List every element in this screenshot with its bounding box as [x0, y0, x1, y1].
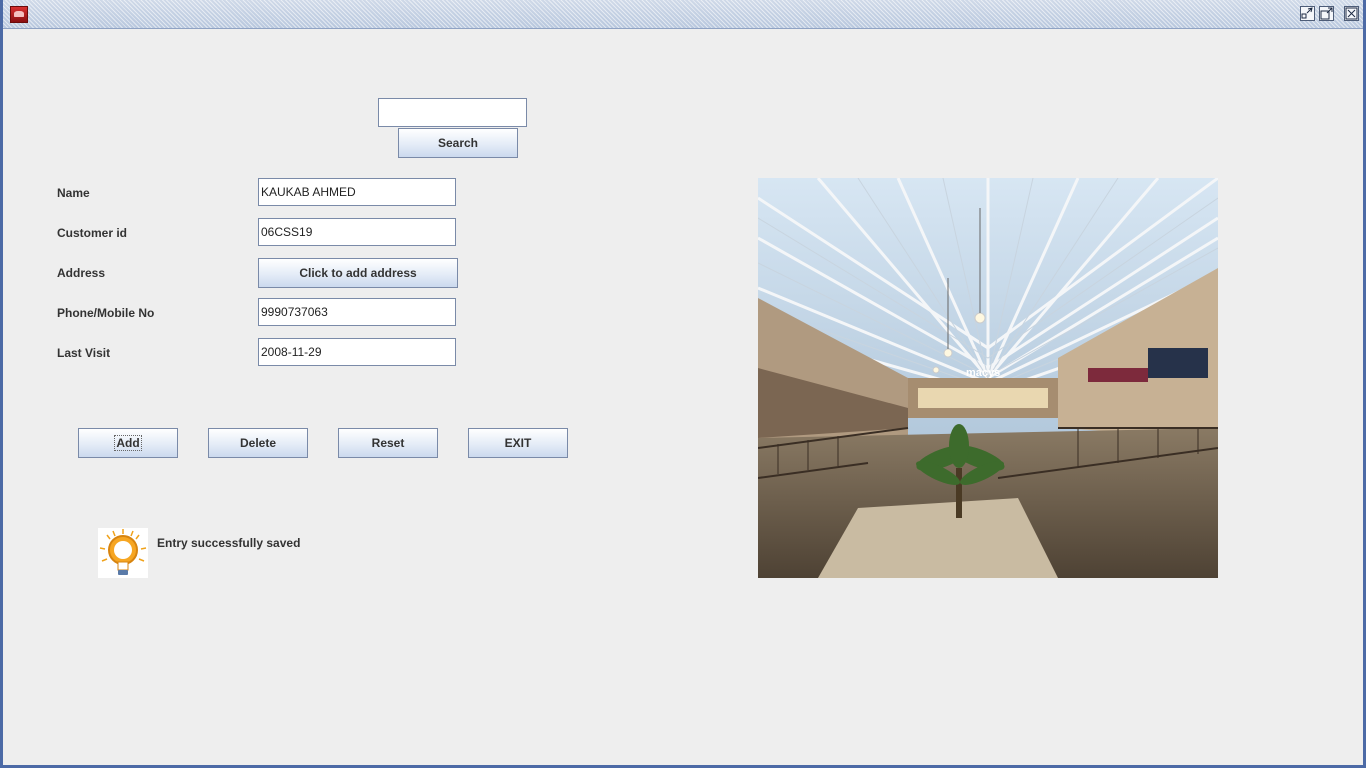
name-field[interactable]: KAUKAB AHMED: [258, 178, 456, 206]
customer-id-field[interactable]: 06CSS19: [258, 218, 456, 246]
add-button[interactable]: Add: [78, 428, 178, 458]
close-icon[interactable]: [1344, 6, 1359, 21]
customer-id-label: Customer id: [57, 226, 128, 240]
app-logo-icon[interactable]: [10, 6, 28, 23]
reset-button[interactable]: Reset: [338, 428, 438, 458]
mall-interior-photo: macys: [758, 178, 1218, 578]
address-label: Address: [57, 266, 106, 280]
last-visit-field[interactable]: 2008-11-29: [258, 338, 456, 366]
phone-field[interactable]: 9990737063: [258, 298, 456, 326]
maximize-icon[interactable]: [1319, 6, 1334, 21]
add-button-label: Add: [114, 435, 142, 451]
phone-label: Phone/Mobile No: [57, 306, 155, 320]
search-input[interactable]: [378, 98, 527, 127]
last-visit-label: Last Visit: [57, 346, 111, 360]
title-bar[interactable]: [3, 0, 1363, 29]
store-sign: macys: [966, 367, 1000, 379]
delete-button[interactable]: Delete: [208, 428, 308, 458]
add-address-button[interactable]: Click to add address: [258, 258, 458, 288]
exit-button[interactable]: EXIT: [468, 428, 568, 458]
status-message: Entry successfully saved: [157, 536, 301, 550]
search-button[interactable]: Search: [398, 128, 518, 158]
name-label: Name: [57, 186, 90, 200]
application-window: Search Name Customer id Address Phone/Mo…: [0, 0, 1366, 768]
lightbulb-icon: [98, 528, 148, 578]
minimize-icon[interactable]: [1300, 6, 1315, 21]
